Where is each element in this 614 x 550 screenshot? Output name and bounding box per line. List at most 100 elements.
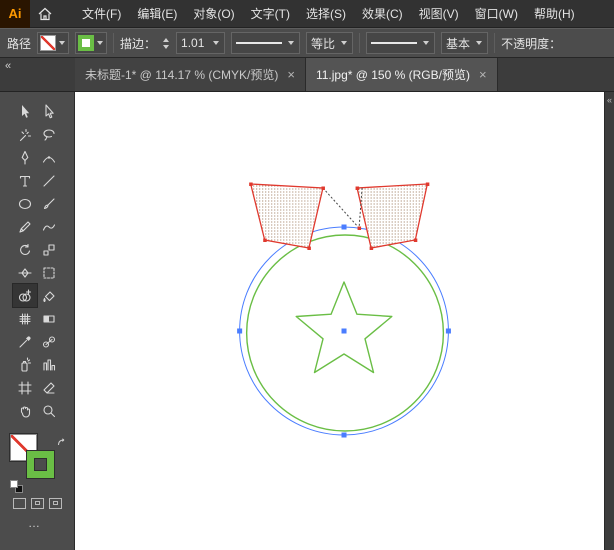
main-area: … — [0, 92, 614, 550]
zoom-tool[interactable] — [37, 399, 61, 422]
illustrator-logo[interactable]: Ai — [0, 0, 30, 28]
basic-dropdown[interactable]: 基本 — [441, 32, 488, 54]
edit-toolbar-button[interactable]: … — [28, 516, 40, 530]
home-icon[interactable] — [30, 0, 60, 28]
direct-selection-tool[interactable] — [37, 100, 61, 123]
lasso-tool[interactable] — [37, 123, 61, 146]
type-tool[interactable] — [13, 169, 37, 192]
tab-label: 未标题-1* @ 114.17 % (CMYK/预览) — [85, 66, 278, 83]
column-graph-tool[interactable] — [37, 353, 61, 376]
ellipse-tool[interactable] — [13, 192, 37, 215]
tool-grid — [13, 100, 61, 422]
menu-select[interactable]: 选择(S) — [306, 5, 346, 22]
symbol-sprayer-tool[interactable] — [13, 353, 37, 376]
shaper-tool[interactable] — [37, 215, 61, 238]
rotate-tool[interactable] — [13, 238, 37, 261]
free-transform-tool[interactable] — [37, 261, 61, 284]
blend-tool[interactable] — [37, 330, 61, 353]
tab-label: 11.jpg* @ 150 % (RGB/预览) — [316, 66, 470, 83]
right-panel-dock[interactable]: « — [604, 92, 614, 550]
default-fill-stroke-icon[interactable] — [10, 480, 23, 493]
menu-window[interactable]: 窗口(W) — [475, 5, 518, 22]
stroke-swatch[interactable] — [27, 451, 54, 478]
handle-top — [342, 225, 347, 230]
stroke-width-dropdown[interactable]: 1.01 — [176, 32, 225, 54]
chevron-down-icon[interactable] — [423, 41, 429, 45]
control-bar: 路径 描边： 1.01 等比 — [0, 28, 614, 58]
draw-normal-button[interactable] — [13, 498, 26, 509]
close-icon[interactable]: × — [287, 68, 295, 81]
ribbon-right[interactable] — [357, 184, 427, 248]
live-paint-bucket-tool[interactable] — [37, 284, 61, 307]
path-label: 路径 — [7, 35, 31, 52]
divider — [359, 33, 360, 53]
center-point — [342, 329, 347, 334]
scale-tool[interactable] — [37, 238, 61, 261]
chevron-down-icon[interactable] — [288, 41, 294, 45]
menu-help[interactable]: 帮助(H) — [534, 5, 575, 22]
fill-stroke-indicator — [10, 434, 68, 490]
ribbon-left[interactable] — [251, 184, 323, 248]
swap-fill-stroke-icon[interactable] — [57, 435, 67, 453]
chevron-down-icon[interactable] — [476, 41, 482, 45]
divider — [494, 33, 495, 53]
close-icon[interactable]: × — [479, 68, 487, 81]
opacity-label: 不透明度： — [501, 35, 561, 52]
handle-bottom — [342, 433, 347, 438]
paintbrush-tool[interactable] — [37, 192, 61, 215]
collapse-right-icon[interactable]: « — [607, 95, 612, 105]
chevron-down-icon[interactable] — [97, 41, 103, 45]
pencil-tool[interactable] — [13, 215, 37, 238]
document-tab-bar: « 未标题-1* @ 114.17 % (CMYK/预览) × 11.jpg* … — [0, 58, 614, 92]
width-profile-dropdown[interactable] — [231, 32, 300, 54]
draw-behind-button[interactable] — [31, 498, 44, 509]
uniform-dropdown[interactable]: 等比 — [306, 32, 353, 54]
handle-left — [237, 329, 242, 334]
menu-effect[interactable]: 效果(C) — [362, 5, 403, 22]
document-canvas[interactable] — [75, 92, 604, 550]
pen-tool[interactable] — [13, 146, 37, 169]
panel-collapse[interactable]: « — [0, 58, 75, 91]
menu-file[interactable]: 文件(F) — [82, 5, 121, 22]
eyedropper-tool[interactable] — [13, 330, 37, 353]
selection-tool[interactable] — [13, 100, 37, 123]
line-segment-tool[interactable] — [37, 169, 61, 192]
tab-11-jpg[interactable]: 11.jpg* @ 150 % (RGB/预览) × — [306, 58, 498, 91]
menu-edit[interactable]: 编辑(E) — [137, 5, 177, 22]
artboard-tool[interactable] — [13, 376, 37, 399]
stroke-color-picker[interactable] — [75, 32, 107, 54]
fill-color-picker[interactable] — [37, 32, 69, 54]
basic-label: 基本 — [446, 35, 470, 52]
chevron-down-icon[interactable] — [213, 41, 219, 45]
selection-handles[interactable] — [237, 225, 451, 438]
stroke-color-swatch[interactable] — [78, 35, 94, 51]
menu-object[interactable]: 对象(O) — [193, 5, 234, 22]
chevron-down-icon[interactable] — [59, 41, 65, 45]
hand-tool[interactable] — [13, 399, 37, 422]
menubar: Ai 文件(F) 编辑(E) 对象(O) 文字(T) 选择(S) 效果(C) 视… — [0, 0, 614, 28]
slice-tool[interactable] — [37, 376, 61, 399]
draw-behind-inner — [35, 501, 40, 505]
mesh-tool[interactable] — [13, 307, 37, 330]
collapse-left-icon[interactable]: « — [5, 60, 11, 72]
tab-untitled-1[interactable]: 未标题-1* @ 114.17 % (CMYK/预览) × — [75, 58, 306, 91]
stroke-width-stepper[interactable] — [162, 38, 170, 49]
menu-type[interactable]: 文字(T) — [251, 5, 290, 22]
stepper-down-icon[interactable] — [163, 45, 169, 49]
handle-right — [446, 329, 451, 334]
width-tool[interactable] — [13, 261, 37, 284]
fill-none-swatch[interactable] — [40, 35, 56, 51]
magic-wand-tool[interactable] — [13, 123, 37, 146]
chevron-down-icon[interactable] — [341, 41, 347, 45]
curvature-tool[interactable] — [37, 146, 61, 169]
menu-view[interactable]: 视图(V) — [419, 5, 459, 22]
brush-definition-dropdown[interactable] — [366, 32, 435, 54]
uniform-label: 等比 — [311, 35, 335, 52]
gradient-tool[interactable] — [37, 307, 61, 330]
stepper-up-icon[interactable] — [163, 38, 169, 42]
default-fill-square — [10, 480, 18, 488]
shape-builder-tool[interactable] — [13, 284, 37, 307]
menu-items: 文件(F) 编辑(E) 对象(O) 文字(T) 选择(S) 效果(C) 视图(V… — [82, 5, 575, 22]
draw-inside-button[interactable] — [49, 498, 62, 509]
medal-star[interactable] — [296, 282, 392, 373]
